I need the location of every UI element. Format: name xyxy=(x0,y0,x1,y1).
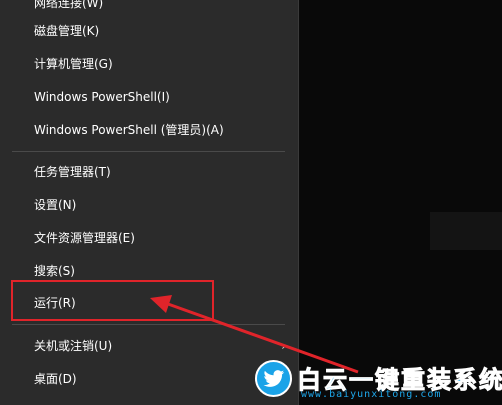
menu-item-disk-management[interactable]: 磁盘管理(K) xyxy=(0,16,298,46)
winx-context-menu: 网络连接(W) 磁盘管理(K) 计算机管理(G) Windows PowerSh… xyxy=(0,0,299,405)
watermark-url: www.baiyunxitong.com xyxy=(301,389,442,400)
desktop-panel xyxy=(300,0,502,405)
desktop-window-strip xyxy=(430,212,502,250)
menu-item-powershell-admin[interactable]: Windows PowerShell (管理员)(A) xyxy=(0,115,298,145)
watermark: 白云一键重装系统 www.baiyunxitong.com xyxy=(251,356,502,405)
menu-item-computer-management[interactable]: 计算机管理(G) xyxy=(0,49,298,79)
menu-separator xyxy=(12,151,285,152)
menu-item-task-manager[interactable]: 任务管理器(T) xyxy=(0,157,298,187)
menu-separator xyxy=(12,324,285,325)
menu-item-label: 关机或注销(U) xyxy=(34,339,113,353)
menu-item-powershell[interactable]: Windows PowerShell(I) xyxy=(0,82,298,112)
menu-item-file-explorer[interactable]: 文件资源管理器(E) xyxy=(0,223,298,253)
highlight-box-run xyxy=(11,280,214,321)
bird-icon xyxy=(255,360,292,397)
menu-item-settings[interactable]: 设置(N) xyxy=(0,190,298,220)
